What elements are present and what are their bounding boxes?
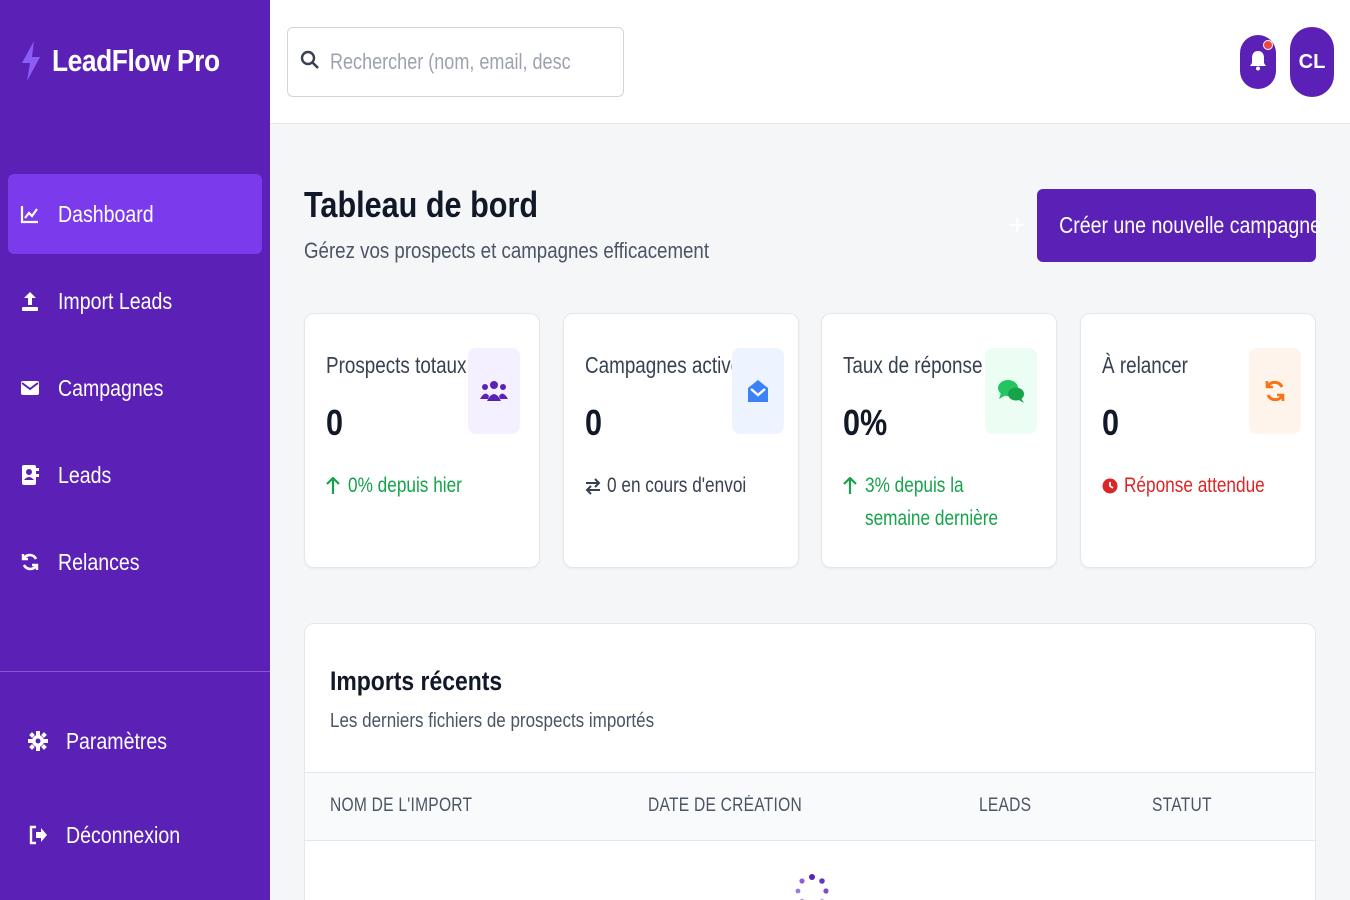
users-icon [468,348,520,434]
sidebar-item-label: Relances [58,548,140,575]
stat-footer: Réponse attendue [1102,469,1302,502]
sidebar-item-relances[interactable]: Relances [8,522,262,602]
stat-footer: 3% depuis la semaine dernière [843,469,1043,535]
sign-out-icon [28,825,48,845]
sidebar-item-label: Dashboard [58,200,154,227]
column-header-created-date[interactable]: DATE DE CRÉATION [648,795,802,817]
exchange-icon [585,469,601,502]
app-name: LeadFlow Pro [52,43,220,78]
column-header-leads[interactable]: LEADS [979,795,1031,817]
sidebar-item-label: Import Leads [58,287,173,314]
recent-imports-panel: Imports récents Les derniers fichiers de… [304,623,1316,900]
stat-card-prospects: Prospects totaux 0 0% depuis hier [304,313,540,568]
envelope-open-icon [732,348,784,434]
sidebar-item-parametres[interactable]: Paramètres [16,698,262,784]
brand[interactable]: LeadFlow Pro [20,38,249,84]
stat-value: 0% [843,402,888,443]
search-input[interactable] [330,49,571,75]
sync-icon [20,552,40,572]
envelope-icon [20,378,40,398]
page-subtitle: Gérez vos prospects et campagnes efficac… [304,238,710,263]
gear-icon [28,731,48,751]
stat-title: Prospects totaux [326,352,467,378]
arrow-up-icon [843,469,859,502]
stat-value: 0 [326,402,344,443]
sidebar-item-label: Paramètres [66,727,168,754]
bell-icon [1248,49,1268,76]
avatar[interactable]: CL [1290,27,1334,97]
notification-badge [1263,40,1273,50]
sidebar-item-label: Leads [58,461,112,488]
bolt-icon [20,41,42,81]
clock-icon [1102,469,1118,502]
comments-icon [985,348,1037,434]
sidebar-item-label: Déconnexion [66,821,181,848]
notifications-button[interactable] [1240,35,1276,89]
stat-title: À relancer [1102,352,1188,378]
sidebar-item-dashboard[interactable]: Dashboard [8,174,262,254]
sync-icon [1249,348,1301,434]
column-header-import-name[interactable]: NOM DE L'IMPORT [330,795,472,817]
stat-footer: 0% depuis hier [326,469,526,502]
plus-icon: + [1008,208,1027,242]
table-header: NOM DE L'IMPORT DATE DE CRÉATION LEADS S… [305,772,1315,841]
sidebar-item-import-leads[interactable]: Import Leads [8,261,262,341]
stat-value: 0 [585,402,603,443]
stat-card-to-follow-up: À relancer 0 Réponse attendue [1080,313,1316,568]
arrow-up-icon [326,469,342,502]
stat-card-campaigns: Campagnes actives 0 0 en cours d'envoi [563,313,799,568]
imports-subtitle: Les derniers fichiers de prospects impor… [330,710,655,732]
stat-card-response-rate: Taux de réponse 0% 3% depuis la semaine … [821,313,1057,568]
imports-title: Imports récents [330,666,503,696]
search-box [287,27,624,97]
sidebar-divider [0,671,270,672]
sidebar-item-campagnes[interactable]: Campagnes [8,348,262,428]
create-campaign-label: Créer une nouvelle campagne [1059,212,1322,238]
sidebar-item-label: Campagnes [58,374,164,401]
top-header: CL [270,0,1350,124]
create-campaign-button[interactable]: + Créer une nouvelle campagne [1009,189,1321,262]
address-book-icon [20,465,40,485]
upload-icon [20,291,40,311]
column-header-status[interactable]: STATUT [1152,795,1212,817]
sidebar-item-leads[interactable]: Leads [8,435,262,515]
sidebar: LeadFlow Pro Dashboard Import Leads Camp… [0,0,270,900]
main-nav: Dashboard Import Leads Campagnes Leads R… [8,174,262,609]
stat-title: Taux de réponse [843,352,983,378]
search-icon [300,50,320,75]
chart-line-icon [20,204,40,224]
stat-footer: 0 en cours d'envoi [585,469,785,502]
stat-title: Campagnes actives [585,352,751,378]
page-title: Tableau de bord [304,184,539,225]
loading-spinner-icon [795,874,829,900]
bottom-nav: Paramètres Déconnexion [16,698,262,886]
stat-value: 0 [1102,402,1120,443]
sidebar-item-deconnexion[interactable]: Déconnexion [16,792,262,878]
